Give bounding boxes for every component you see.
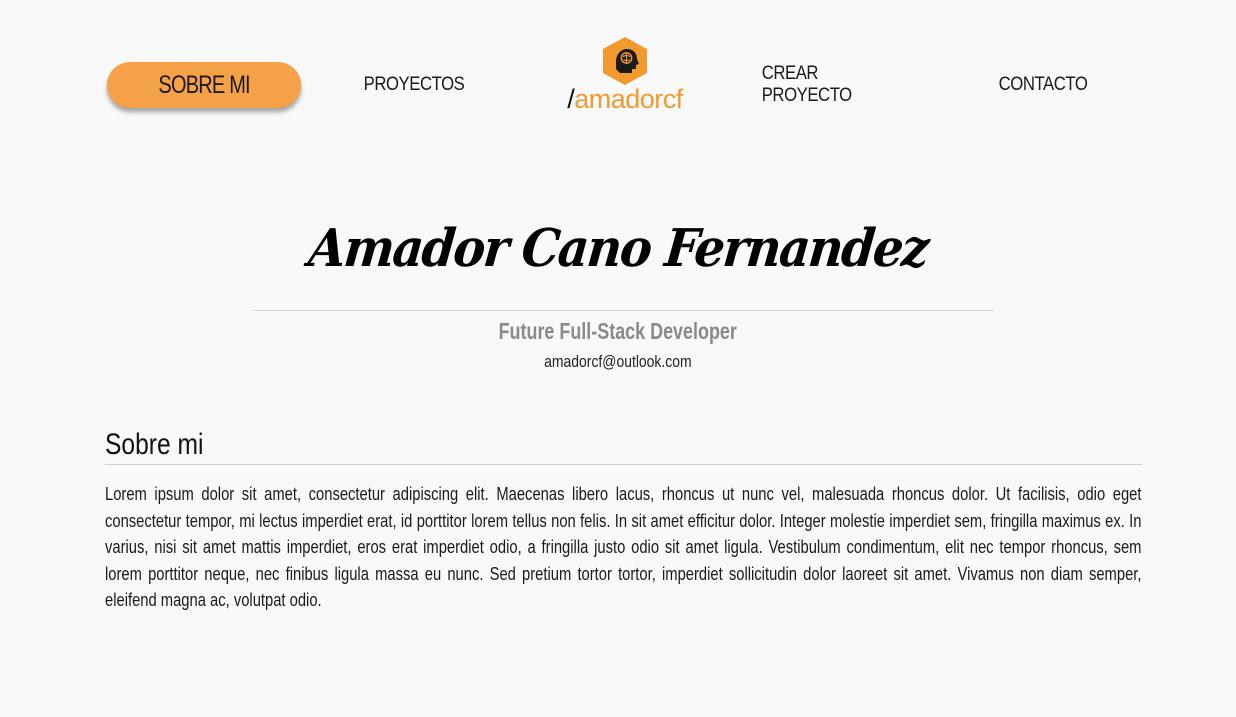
hero-role: Future Full-Stack Developer — [0, 318, 1236, 345]
about-paragraph: Lorem ipsum dolor sit amet, consectetur … — [105, 484, 1142, 611]
nav-sobre-mi-button[interactable]: SOBRE MI — [107, 62, 301, 108]
nav-contacto-label: CONTACTO — [998, 74, 1088, 95]
logo-wordmark: /amadorcf — [560, 84, 690, 115]
nav-crear-proyecto-link[interactable]: CREAR PROYECTO — [762, 62, 905, 108]
hero-email[interactable]: amadorcf@outlook.com — [0, 352, 1236, 372]
hero-name: Amador Cano Fernandez — [0, 218, 1236, 279]
hero-divider — [253, 310, 994, 311]
nav-proyectos-label: PROYECTOS — [363, 74, 465, 95]
brain-head-hexagon-icon — [603, 37, 647, 85]
site-logo[interactable]: /amadorcf — [560, 36, 690, 116]
hero-name-text: Amador Cano Fernandez — [305, 218, 931, 279]
nav-proyectos-link[interactable]: PROYECTOS — [359, 62, 468, 108]
nav-contacto-link[interactable]: CONTACTO — [998, 62, 1088, 108]
logo-name: amadorcf — [574, 84, 683, 114]
nav-sobre-mi-label: SOBRE MI — [158, 70, 250, 99]
hero-role-text: Future Full-Stack Developer — [498, 318, 738, 344]
hero-email-text: amadorcf@outlook.com — [544, 352, 692, 371]
nav-crear-proyecto-label: CREAR PROYECTO — [761, 63, 852, 106]
about-heading: Sobre mi — [105, 428, 204, 461]
about-divider — [105, 464, 1142, 465]
